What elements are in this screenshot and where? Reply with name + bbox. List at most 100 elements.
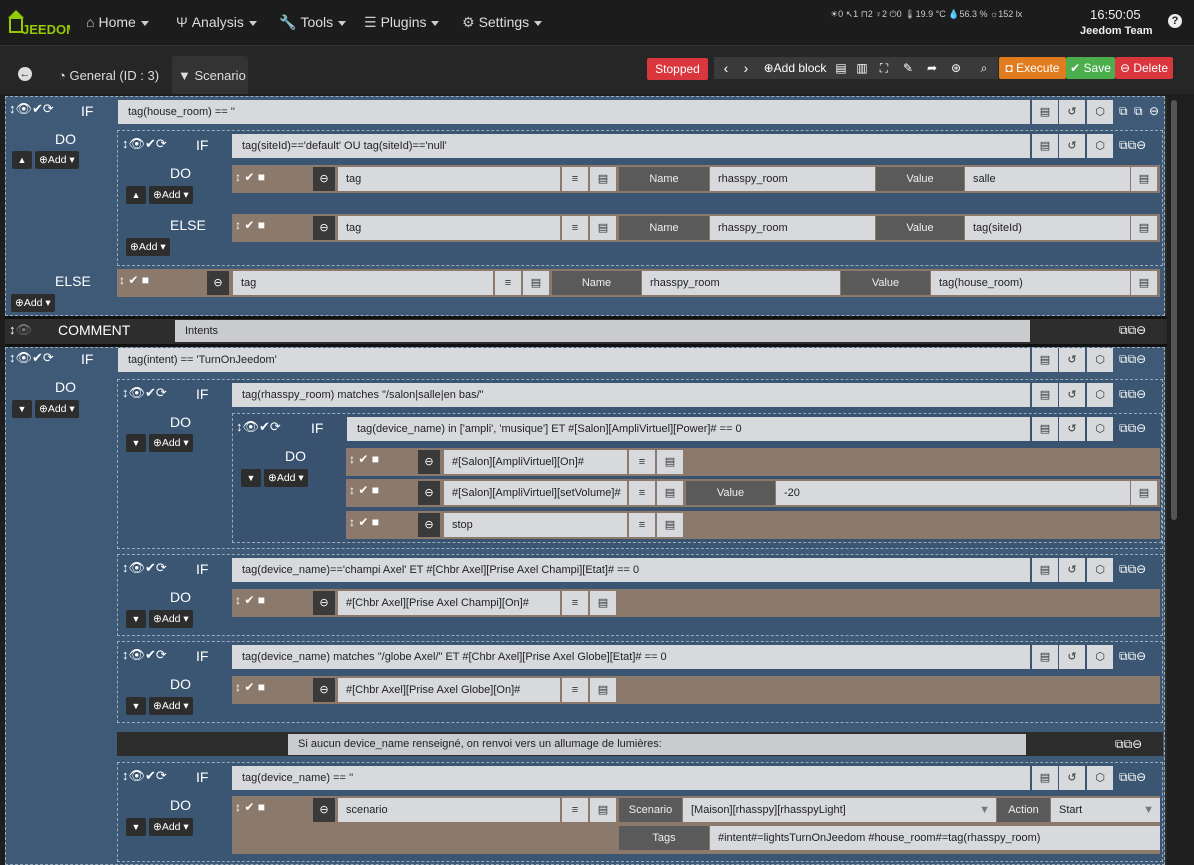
list-check-icon[interactable]: ≡ — [629, 450, 655, 474]
refresh-icon[interactable]: ⟳ — [156, 136, 167, 151]
expand-button[interactable]: ▼ — [126, 434, 146, 452]
save-button[interactable]: ✔ Save — [1066, 57, 1115, 79]
remove-action-button[interactable]: ⊖ — [313, 167, 335, 191]
add-block-button[interactable]: ⊕Add block — [762, 57, 828, 79]
history-icon[interactable]: ↺ — [1059, 348, 1085, 372]
condition-input[interactable]: tag(rhasspy_room) matches "/salon|salle|… — [232, 383, 1030, 407]
template-icon[interactable]: ⊛ — [947, 57, 965, 79]
nav-plugins[interactable]: ☰ Plugins — [364, 14, 440, 31]
remove-action-button[interactable]: ⊖ — [313, 678, 335, 702]
list-icon[interactable]: ▤ — [1131, 216, 1157, 240]
condition-input[interactable]: tag(intent) == 'TurnOnJeedom' — [118, 348, 1030, 372]
history-icon[interactable]: ↺ — [1059, 100, 1085, 124]
action-command-input[interactable]: stop — [444, 513, 627, 537]
share-icon[interactable]: ➦ — [924, 57, 940, 79]
condition-input[interactable]: tag(device_name) in ['ampli', 'musique']… — [347, 417, 1030, 441]
list-icon[interactable]: ▤ — [590, 167, 616, 191]
block-controls[interactable]: ↕👁✔⟳ — [122, 560, 167, 576]
block-controls[interactable]: ↕👁 — [9, 322, 32, 338]
action-command-input[interactable]: tag — [338, 167, 560, 191]
jeedom-logo[interactable]: JEEDOM — [6, 6, 70, 40]
list-icon[interactable]: ▤ — [523, 271, 549, 295]
value-input[interactable]: -20 — [776, 481, 1130, 505]
cube-icon[interactable]: ⬡ — [1087, 100, 1113, 124]
block-controls[interactable]: ↕👁✔⟳ — [122, 768, 167, 784]
list-check-icon[interactable]: ≡ — [562, 167, 588, 191]
cube-icon[interactable]: ⬡ — [1087, 348, 1113, 372]
paste-icon[interactable]: ⧉ — [1134, 104, 1143, 119]
list-check-icon[interactable]: ≡ — [495, 271, 521, 295]
copy-paste-remove-icons[interactable]: ⧉⧉⊖ — [1119, 323, 1146, 338]
check-icon[interactable]: ✔ — [32, 350, 43, 365]
list-icon[interactable]: ▤ — [590, 216, 616, 240]
refresh-icon[interactable]: ⟳ — [43, 350, 54, 365]
remove-action-button[interactable]: ⊖ — [313, 798, 335, 822]
list-icon[interactable]: ▤ — [1032, 766, 1058, 790]
expand-button[interactable]: ▼ — [12, 400, 32, 418]
add-dropdown[interactable]: ⊕Add ▾ — [149, 434, 193, 452]
expand-button[interactable]: ▼ — [126, 818, 146, 836]
add-dropdown[interactable]: ⊕Add ▾ — [149, 610, 193, 628]
copy-icon[interactable]: ⧉ — [1119, 104, 1128, 119]
history-icon[interactable]: ↺ — [1059, 417, 1085, 441]
add-dropdown[interactable]: ⊕Add ▾ — [11, 294, 55, 312]
expand-button[interactable]: ▼ — [126, 697, 146, 715]
block-controls[interactable]: ↕👁✔⟳ — [122, 136, 167, 152]
remove-action-button[interactable]: ⊖ — [313, 591, 335, 615]
list-check-icon[interactable]: ≡ — [562, 216, 588, 240]
remove-action-button[interactable]: ⊖ — [207, 271, 229, 295]
scrollbar-thumb[interactable] — [1171, 100, 1177, 520]
add-dropdown[interactable]: ⊕Add ▾ — [149, 186, 193, 204]
condition-input[interactable]: tag(house_room) == '' — [118, 100, 1030, 124]
list-icon[interactable]: ▤ — [1131, 167, 1157, 191]
copy-paste-remove-icons[interactable]: ⧉⧉⊖ — [1119, 421, 1146, 436]
condition-input[interactable]: tag(device_name) matches "/globe Axel/" … — [232, 645, 1030, 669]
action-controls[interactable]: ↕ ✔ ■ — [349, 483, 379, 497]
block-controls[interactable]: ↕👁✔⟳ — [122, 647, 167, 663]
expand-button[interactable]: ▼ — [241, 469, 261, 487]
action-controls[interactable]: ↕ ✔ ■ — [235, 218, 265, 232]
collapse-button[interactable]: ▲ — [12, 151, 32, 169]
copy-paste-remove-icons[interactable]: ⧉⧉⊖ — [1115, 737, 1142, 752]
history-icon[interactable]: ↺ — [1059, 645, 1085, 669]
search-icon[interactable]: ⌕ — [975, 57, 993, 79]
list-icon[interactable]: ▤ — [1032, 348, 1058, 372]
add-dropdown[interactable]: ⊕Add ▾ — [149, 697, 193, 715]
nav-tools[interactable]: 🔧 Tools — [279, 14, 347, 31]
copy-paste-remove-icons[interactable]: ⧉⧉⊖ — [1119, 387, 1146, 402]
list-icon[interactable]: ▤ — [1032, 100, 1058, 124]
list-icon[interactable]: ▤ — [1032, 645, 1058, 669]
list-check-icon[interactable]: ≡ — [629, 513, 655, 537]
list-icon[interactable]: ▤ — [1032, 558, 1058, 582]
copy-paste-remove-icons[interactable]: ⧉⧉⊖ — [1119, 352, 1146, 367]
list-icon[interactable]: ▤ — [1032, 417, 1058, 441]
check-icon[interactable]: ✔ — [145, 136, 156, 151]
copy-paste-remove-icons[interactable]: ⧉⧉⊖ — [1119, 770, 1146, 785]
remove-action-button[interactable]: ⊖ — [418, 481, 440, 505]
action-controls[interactable]: ↕ ✔ ■ — [235, 593, 265, 607]
history-icon[interactable]: ↺ — [1059, 766, 1085, 790]
remove-action-button[interactable]: ⊖ — [313, 216, 335, 240]
action-command-input[interactable]: #[Chbr Axel][Prise Axel Champi][On]# — [338, 591, 560, 615]
cube-icon[interactable]: ⬡ — [1087, 766, 1113, 790]
eye-slash-icon[interactable]: 👁 — [16, 322, 33, 337]
action-controls[interactable]: ↕ ✔ ■ — [235, 800, 265, 814]
block-controls[interactable]: ↕👁✔⟳ — [9, 101, 54, 117]
file-icon[interactable]: ▤ — [833, 57, 849, 79]
action-controls[interactable]: ↕ ✔ ■ — [349, 452, 379, 466]
tab-general[interactable]: ◔ General (ID : 3) — [58, 68, 159, 83]
cube-icon[interactable]: ⬡ — [1087, 417, 1113, 441]
help-icon[interactable]: ? — [1168, 14, 1182, 28]
history-icon[interactable]: ↺ — [1059, 134, 1085, 158]
action-command-input[interactable]: tag — [233, 271, 493, 295]
list-icon[interactable]: ▤ — [590, 798, 616, 822]
comment-input[interactable]: Intents — [175, 320, 1030, 342]
action-controls[interactable]: ↕ ✔ ■ — [119, 273, 149, 287]
name-input[interactable]: rhasspy_room — [710, 167, 875, 191]
expand-button[interactable]: ▼ — [126, 610, 146, 628]
list-icon[interactable]: ▤ — [1032, 383, 1058, 407]
back-arrow-icon[interactable]: ← — [18, 67, 32, 81]
add-dropdown[interactable]: ⊕Add ▾ — [264, 469, 308, 487]
chevron-right-icon[interactable]: › — [736, 57, 756, 79]
list-check-icon[interactable]: ≡ — [562, 678, 588, 702]
